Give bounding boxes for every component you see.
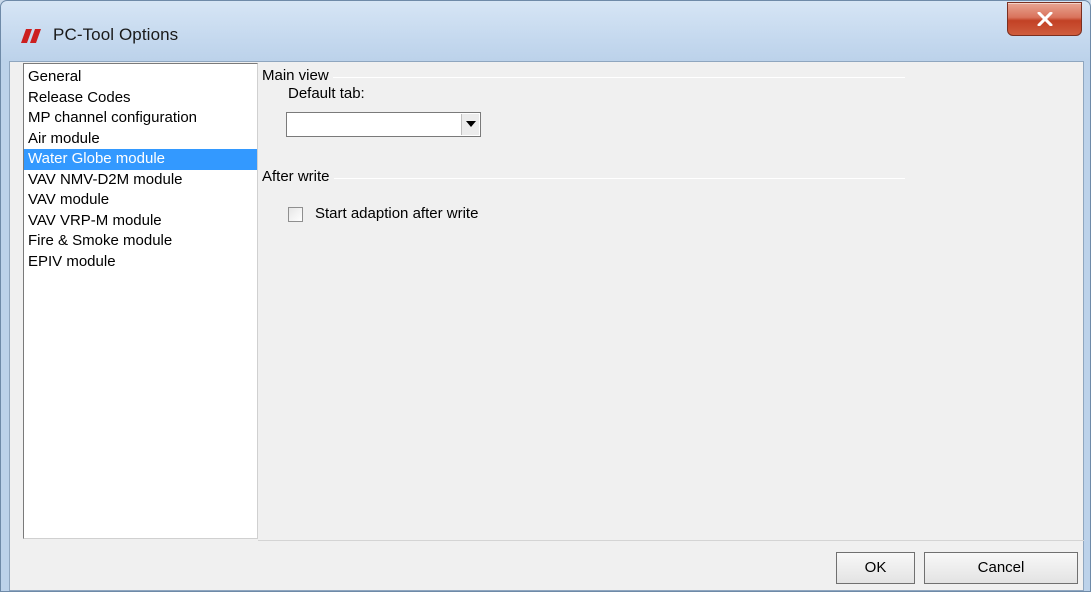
after-write-group-label: After write [262, 168, 334, 185]
options-window: PC-Tool Options General Release Codes MP… [0, 0, 1091, 592]
category-item-general[interactable]: General [24, 67, 257, 88]
category-list[interactable]: General Release Codes MP channel configu… [23, 63, 258, 539]
main-view-group-line [262, 77, 905, 78]
category-item-air-module[interactable]: Air module [24, 129, 257, 150]
dialog-client-area: General Release Codes MP channel configu… [9, 61, 1084, 591]
dropdown-arrow-button[interactable] [461, 114, 479, 135]
window-title: PC-Tool Options [53, 25, 179, 44]
ok-button[interactable]: OK [836, 552, 915, 584]
main-view-group-label: Main view [262, 67, 333, 84]
category-item-epiv-module[interactable]: EPIV module [24, 252, 257, 273]
category-item-water-globe-module[interactable]: Water Globe module [24, 149, 257, 170]
start-adaption-checkbox[interactable] [288, 207, 303, 222]
close-button[interactable] [1007, 2, 1082, 36]
category-item-vav-nmv-d2m-module[interactable]: VAV NMV-D2M module [24, 170, 257, 191]
chevron-down-icon [466, 121, 476, 127]
category-item-fire-smoke-module[interactable]: Fire & Smoke module [24, 231, 257, 252]
start-adaption-label[interactable]: Start adaption after write [315, 205, 478, 222]
category-item-vav-module[interactable]: VAV module [24, 190, 257, 211]
app-logo-icon [21, 29, 41, 43]
category-item-vav-vrp-m-module[interactable]: VAV VRP-M module [24, 211, 257, 232]
default-tab-label: Default tab: [288, 85, 365, 102]
category-item-release-codes[interactable]: Release Codes [24, 88, 257, 109]
title-bar[interactable]: PC-Tool Options [1, 1, 1090, 61]
category-item-mp-channel-configuration[interactable]: MP channel configuration [24, 108, 257, 129]
cancel-button[interactable]: Cancel [924, 552, 1078, 584]
after-write-group-line [262, 178, 905, 179]
close-icon [1037, 12, 1053, 26]
default-tab-dropdown[interactable] [286, 112, 481, 137]
bottom-separator [258, 540, 1084, 541]
